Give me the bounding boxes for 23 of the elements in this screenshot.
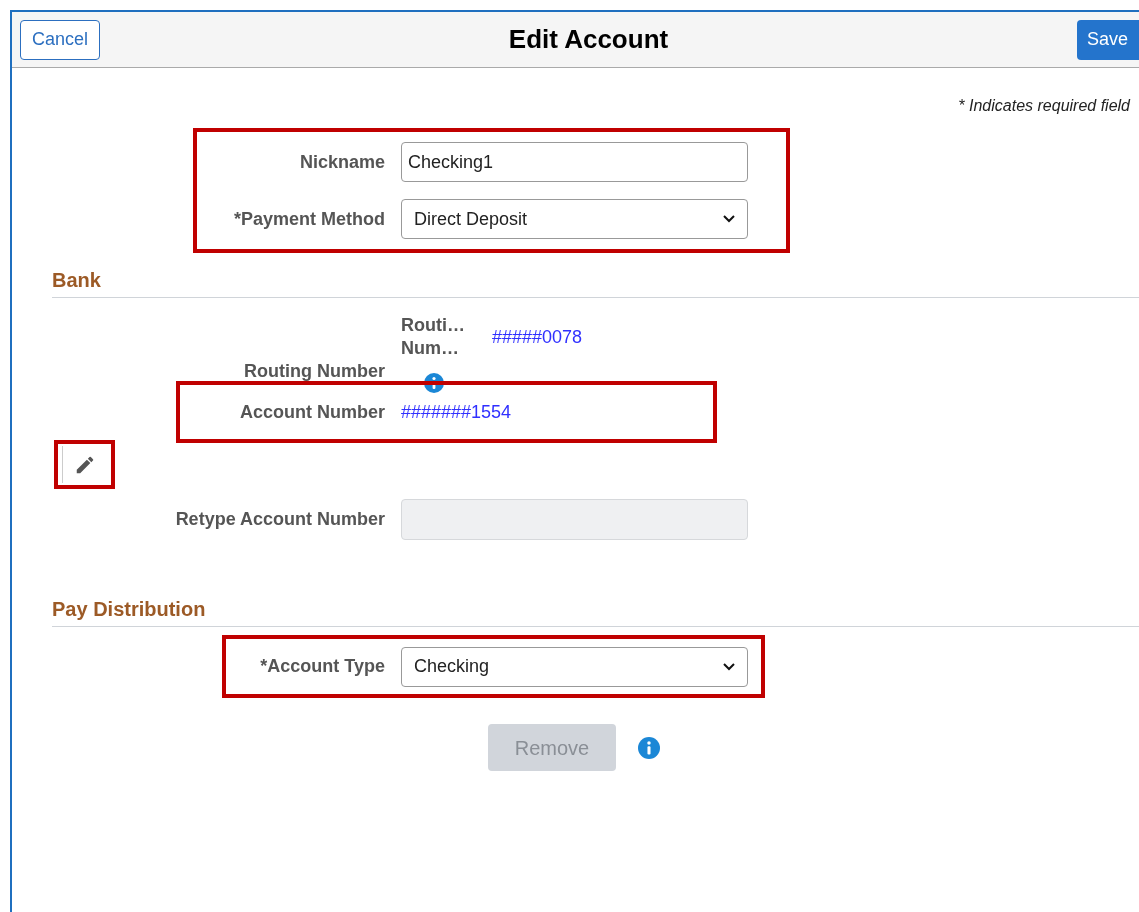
dropdown-field[interactable]: Checking: [401, 646, 748, 687]
chevron-down-icon: [723, 215, 735, 223]
section-heading: Pay Distribution: [52, 598, 206, 620]
field-label: *Account Type: [259, 655, 385, 678]
nickname-field[interactable]: Checking1: [401, 142, 748, 182]
field-label: *Payment Method: [232, 207, 385, 231]
chevron-down-icon: [723, 662, 735, 671]
field-label: Routing Number: [244, 360, 385, 383]
info-icon[interactable]: [638, 736, 660, 759]
field-label: Account Number: [239, 400, 385, 424]
field-label: Nickname: [298, 150, 385, 174]
page-title: Edit Account: [508, 23, 669, 56]
dropdown-field[interactable]: Direct Deposit: [401, 199, 748, 239]
field-label: Routi…: [401, 314, 466, 337]
save-button[interactable]: Save: [1077, 19, 1139, 60]
section-heading: Bank: [52, 269, 101, 291]
info-icon[interactable]: [424, 373, 444, 393]
account-number-value: #######1554: [401, 400, 512, 424]
routing-number-value: #####0078: [492, 325, 583, 349]
field-label: Retype Account Number: [174, 508, 385, 531]
required-note: * Indicates required field: [958, 97, 1130, 114]
field-label: Num…: [401, 337, 460, 360]
cancel-button[interactable]: Cancel: [20, 19, 100, 60]
